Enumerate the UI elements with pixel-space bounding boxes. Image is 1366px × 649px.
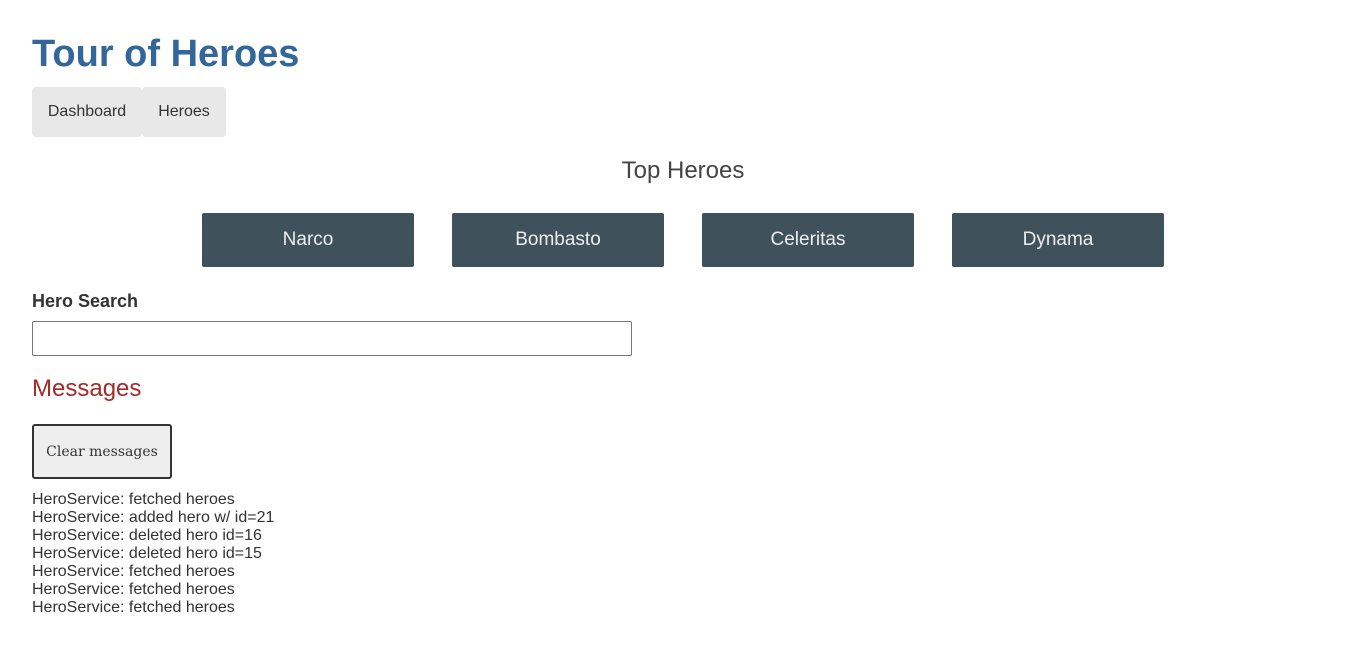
hero-tile-dynama[interactable]: Dynama <box>952 213 1164 267</box>
hero-tile-narco[interactable]: Narco <box>202 213 414 267</box>
message-item: HeroService: added hero w/ id=21 <box>32 509 275 526</box>
top-heroes-heading: Top Heroes <box>621 157 745 184</box>
hero-tile-celeritas[interactable]: Celeritas <box>702 213 914 267</box>
hero-search-input[interactable] <box>32 321 632 356</box>
main-nav: Dashboard Heroes <box>32 87 226 137</box>
nav-heroes-link[interactable]: Heroes <box>142 87 226 137</box>
nav-dashboard-link[interactable]: Dashboard <box>32 87 142 137</box>
message-item: HeroService: deleted hero id=16 <box>32 527 262 544</box>
messages-heading: Messages <box>32 375 142 402</box>
app-root: Tour of Heroes Dashboard Heroes Top Hero… <box>0 0 1366 649</box>
message-item: HeroService: fetched heroes <box>32 599 235 616</box>
clear-messages-button[interactable]: Clear messages <box>32 424 172 479</box>
hero-search-label: Hero Search <box>32 291 139 311</box>
page-title: Tour of Heroes <box>32 33 300 75</box>
message-item: HeroService: deleted hero id=15 <box>32 545 262 562</box>
message-item: HeroService: fetched heroes <box>32 563 235 580</box>
messages-list: HeroService: fetched heroes HeroService:… <box>32 491 274 617</box>
message-item: HeroService: fetched heroes <box>32 581 235 598</box>
message-item: HeroService: fetched heroes <box>32 491 235 508</box>
hero-tile-bombasto[interactable]: Bombasto <box>452 213 664 267</box>
